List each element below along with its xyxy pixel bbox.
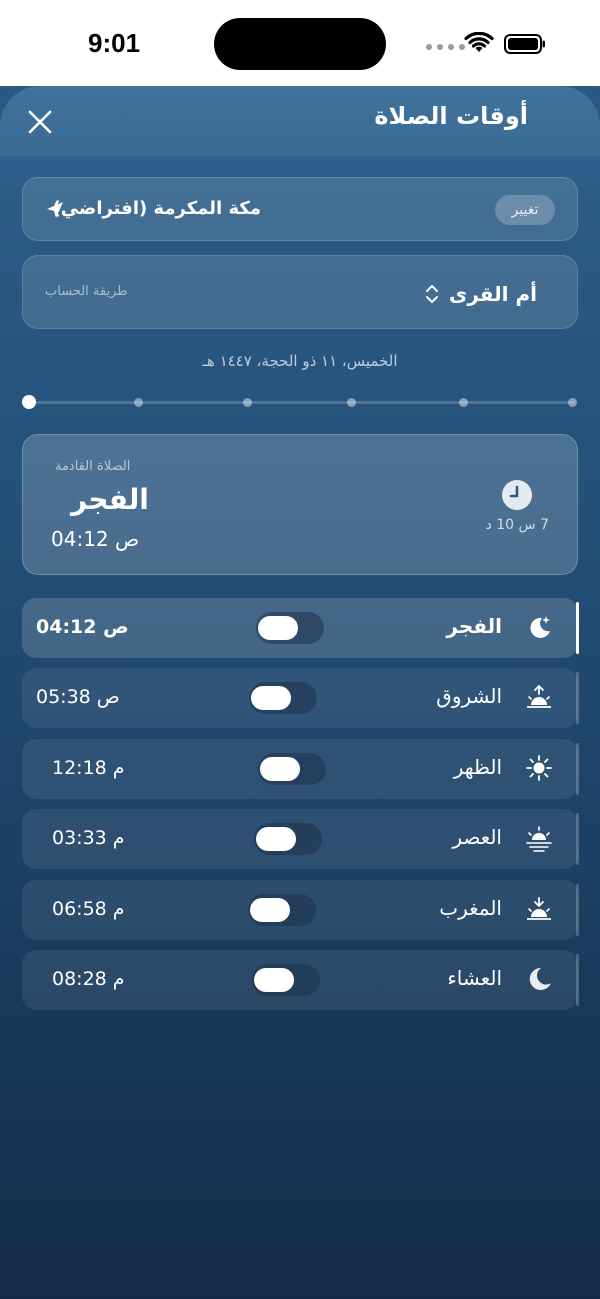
notification-toggle-fajr[interactable] xyxy=(256,612,324,644)
toggle-knob xyxy=(258,616,298,640)
toggle-knob xyxy=(251,686,291,710)
sun-horizon-icon xyxy=(526,826,552,852)
toggle-knob xyxy=(260,757,300,781)
sheet-header: أوقات الصلاة xyxy=(0,86,600,156)
prayer-time: 04:12 ص xyxy=(36,616,129,638)
next-prayer-name: الفجر xyxy=(71,483,149,516)
day-slider[interactable] xyxy=(22,394,580,410)
hijri-date: الخميس، ١١ ذو الحجة، ١٤٤٧ هـ xyxy=(202,352,398,370)
method-label: طريقة الحساب xyxy=(45,284,128,299)
close-button[interactable] xyxy=(24,106,56,138)
prayer-name: المغرب xyxy=(439,896,502,920)
prayer-time: 03:33 م xyxy=(52,827,125,849)
location-name: مكة المكرمة (افتراضي) xyxy=(52,198,261,219)
prayer-row-asr: العصر 03:33 م xyxy=(22,809,579,869)
crescent-star-icon xyxy=(530,616,550,638)
method-select[interactable]: أم القرى xyxy=(425,282,537,306)
next-prayer-countdown: 7 س 10 د xyxy=(485,517,549,533)
prayer-name: الفجر xyxy=(446,614,502,638)
change-location-button[interactable]: تغيير xyxy=(495,195,555,225)
slider-day-dot[interactable] xyxy=(347,398,356,407)
prayer-time: 06:58 م xyxy=(52,898,125,920)
notification-toggle-maghrib[interactable] xyxy=(248,894,316,926)
location-card: مكة المكرمة (افتراضي) تغيير xyxy=(22,177,578,241)
moon-icon xyxy=(529,967,551,990)
dynamic-island xyxy=(214,18,386,70)
slider-track xyxy=(30,401,574,404)
slider-day-dot[interactable] xyxy=(459,398,468,407)
prayer-row-maghrib: المغرب 06:58 م xyxy=(22,880,579,940)
next-prayer-card: الصلاة القادمة الفجر 04:12 ص 7 س 10 د xyxy=(22,434,578,575)
next-prayer-label: الصلاة القادمة xyxy=(55,459,131,474)
prayer-name: العشاء xyxy=(447,966,502,990)
status-time: 9:01 xyxy=(88,28,141,58)
sunrise-icon xyxy=(527,685,551,708)
sun-icon xyxy=(526,755,552,781)
row-indicator xyxy=(576,672,579,724)
row-indicator xyxy=(576,954,579,1006)
row-indicator xyxy=(576,602,579,654)
prayer-row-isha: العشاء 08:28 م xyxy=(22,950,579,1010)
prayer-name: العصر xyxy=(452,825,502,849)
clock-icon xyxy=(502,480,532,510)
page-title: أوقات الصلاة xyxy=(374,102,528,130)
notification-toggle-asr[interactable] xyxy=(254,823,322,855)
prayer-row-dhuhr: الظهر 12:18 م xyxy=(22,739,579,799)
row-indicator xyxy=(576,884,579,936)
toggle-knob xyxy=(250,898,290,922)
notification-toggle-dhuhr[interactable] xyxy=(258,753,326,785)
slider-day-dot[interactable] xyxy=(568,398,577,407)
prayer-row-fajr: الفجر 04:12 ص xyxy=(22,598,579,658)
cellular-signal-icon xyxy=(426,44,465,50)
sunset-icon xyxy=(527,897,551,920)
method-value: أم القرى xyxy=(448,282,537,306)
row-indicator xyxy=(576,813,579,865)
slider-day-dot[interactable] xyxy=(22,395,36,409)
wifi-icon xyxy=(464,32,494,52)
chevron-up-down-icon xyxy=(425,285,438,303)
prayer-row-shuruq: الشروق 05:38 ص xyxy=(22,668,579,728)
toggle-knob xyxy=(254,968,294,992)
slider-day-dot[interactable] xyxy=(243,398,252,407)
prayer-name: الشروق xyxy=(436,684,502,708)
status-bar: 9:01 xyxy=(0,0,600,86)
slider-day-dot[interactable] xyxy=(134,398,143,407)
battery-icon xyxy=(504,34,545,54)
notification-toggle-shuruq[interactable] xyxy=(249,682,317,714)
prayer-time: 12:18 م xyxy=(52,757,125,779)
notification-toggle-isha[interactable] xyxy=(252,964,320,996)
next-prayer-time: 04:12 ص xyxy=(51,527,140,551)
calculation-method-card[interactable]: طريقة الحساب أم القرى xyxy=(22,255,578,329)
prayer-name: الظهر xyxy=(453,755,502,779)
prayer-time: 05:38 ص xyxy=(36,686,120,708)
toggle-knob xyxy=(256,827,296,851)
row-indicator xyxy=(576,743,579,795)
prayer-time: 08:28 م xyxy=(52,968,125,990)
